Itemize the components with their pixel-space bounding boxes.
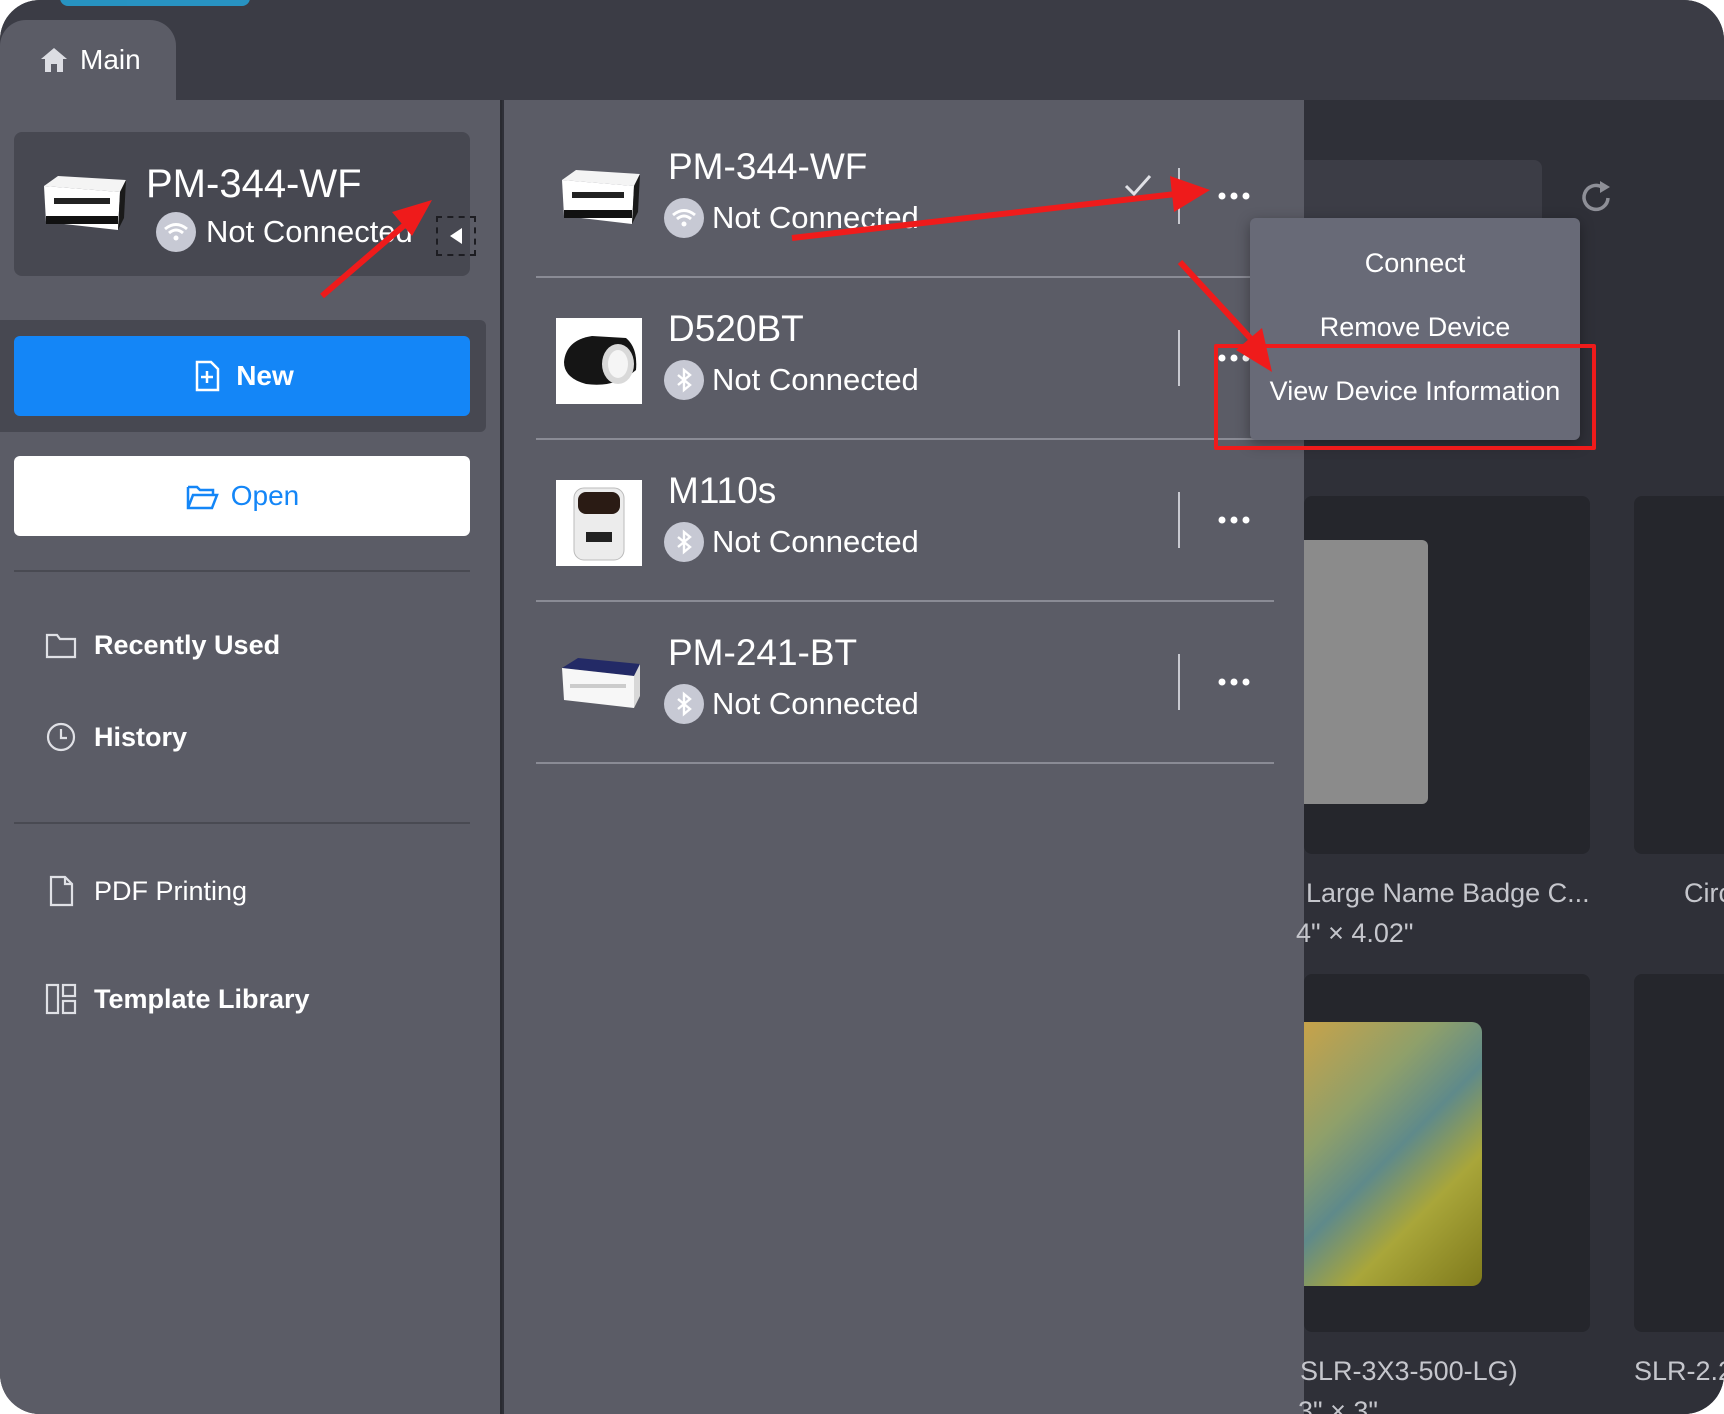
template-card[interactable] (1634, 974, 1724, 1332)
open-button[interactable]: Open (14, 456, 470, 536)
current-device-name: PM-344-WF (146, 162, 362, 206)
device-name: D520BT (668, 308, 804, 349)
device-status-text: Not Connected (712, 200, 919, 235)
template-thumbnail (1304, 1022, 1482, 1286)
new-button-container: New (0, 320, 486, 432)
menu-item-connect[interactable]: Connect (1250, 248, 1580, 279)
template-title: Circ (1684, 878, 1724, 908)
row-separator (1178, 168, 1180, 224)
open-button-label: Open (230, 480, 300, 511)
folder-open-icon (186, 485, 219, 510)
template-card[interactable] (1634, 496, 1724, 854)
template-size: 3" × 3" (1298, 1396, 1378, 1414)
tab-main[interactable]: Main (0, 20, 176, 100)
template-title: Large Name Badge C... (1306, 878, 1590, 908)
device-row-pm-241-bt[interactable]: PM-241-BT Not Connected (536, 602, 1274, 764)
checkmark-icon (1124, 175, 1152, 196)
bluetooth-icon (664, 360, 704, 400)
new-button-label: New (236, 360, 294, 391)
template-grid-icon (45, 983, 77, 1015)
device-more-button[interactable] (1208, 174, 1260, 218)
sidebar: PM-344-WF Not Connected New Open Recentl… (0, 100, 502, 1414)
wifi-icon (664, 198, 704, 238)
sidebar-divider (14, 822, 470, 824)
template-card[interactable] (1304, 974, 1590, 1332)
app-window: Main PM-344-WF Not Connected New Open Re… (0, 0, 1724, 1414)
template-thumbnail (1304, 540, 1428, 804)
more-dots-icon (1218, 192, 1250, 200)
printer-d520bt-image (556, 318, 642, 404)
caret-left-icon (450, 228, 462, 244)
menu-item-remove-device[interactable]: Remove Device (1250, 312, 1580, 343)
bluetooth-icon (664, 684, 704, 724)
current-device-card[interactable]: PM-344-WF Not Connected (14, 132, 476, 276)
sidebar-item-label: PDF Printing (94, 875, 248, 906)
title-bar: Main (0, 0, 1724, 100)
clock-icon (46, 722, 76, 752)
current-device-status: Not Connected (156, 212, 413, 252)
row-separator (1178, 654, 1180, 710)
row-separator (1178, 330, 1180, 386)
more-dots-icon (1218, 678, 1250, 686)
sidebar-item-label: Recently Used (94, 629, 281, 660)
sidebar-divider (14, 570, 470, 572)
new-button[interactable]: New (14, 336, 470, 416)
device-more-button[interactable] (1208, 660, 1260, 704)
annotation-highlight-box (1214, 344, 1596, 450)
device-status: Not Connected (664, 198, 919, 238)
device-row-pm-344-wf[interactable]: PM-344-WF Not Connected (536, 116, 1274, 278)
device-status: Not Connected (664, 360, 919, 400)
printer-m110s-image (556, 480, 642, 566)
device-name: PM-241-BT (668, 632, 858, 673)
sidebar-item-history[interactable]: History (44, 720, 187, 754)
wifi-icon (156, 212, 196, 252)
tab-main-label: Main (80, 44, 141, 75)
home-icon (41, 48, 67, 72)
device-more-button[interactable] (1208, 498, 1260, 542)
sidebar-item-template-library[interactable]: Template Library (44, 982, 310, 1016)
template-title: SLR-3X3-500-LG) (1300, 1356, 1518, 1386)
printer-pm344-image (44, 176, 126, 230)
document-icon (49, 875, 74, 907)
collapse-device-panel-button[interactable] (436, 216, 476, 256)
bluetooth-icon (664, 522, 704, 562)
sidebar-item-label: Template Library (94, 983, 310, 1014)
device-row-d520bt[interactable]: D520BT Not Connected (536, 278, 1274, 440)
printer-pm344-image (562, 170, 640, 224)
device-status-text: Not Connected (712, 524, 919, 559)
new-file-icon (195, 360, 220, 392)
device-status-text: Not Connected (712, 686, 919, 721)
device-list-panel: PM-344-WF Not Connected D520BT Not Conne… (504, 100, 1304, 1414)
sidebar-item-label: History (94, 721, 188, 752)
more-dots-icon (1218, 516, 1250, 524)
device-status: Not Connected (664, 522, 919, 562)
sidebar-item-recently-used[interactable]: Recently Used (44, 628, 280, 662)
row-separator (1178, 492, 1180, 548)
current-device-status-text: Not Connected (206, 214, 413, 249)
folder-icon (45, 633, 77, 659)
printer-pm241-image (562, 658, 640, 708)
device-name: M110s (668, 470, 777, 511)
template-size: 4" × 4.02" (1296, 918, 1414, 948)
refresh-icon[interactable] (1576, 178, 1616, 218)
template-card[interactable] (1304, 496, 1590, 854)
device-row-m110s[interactable]: M110s Not Connected (536, 440, 1274, 602)
device-status: Not Connected (664, 684, 919, 724)
sidebar-item-pdf-printing[interactable]: PDF Printing (44, 874, 247, 908)
template-title: SLR-2.2 (1634, 1356, 1724, 1386)
device-name: PM-344-WF (668, 146, 868, 187)
device-status-text: Not Connected (712, 362, 919, 397)
app-logo (60, 0, 250, 6)
